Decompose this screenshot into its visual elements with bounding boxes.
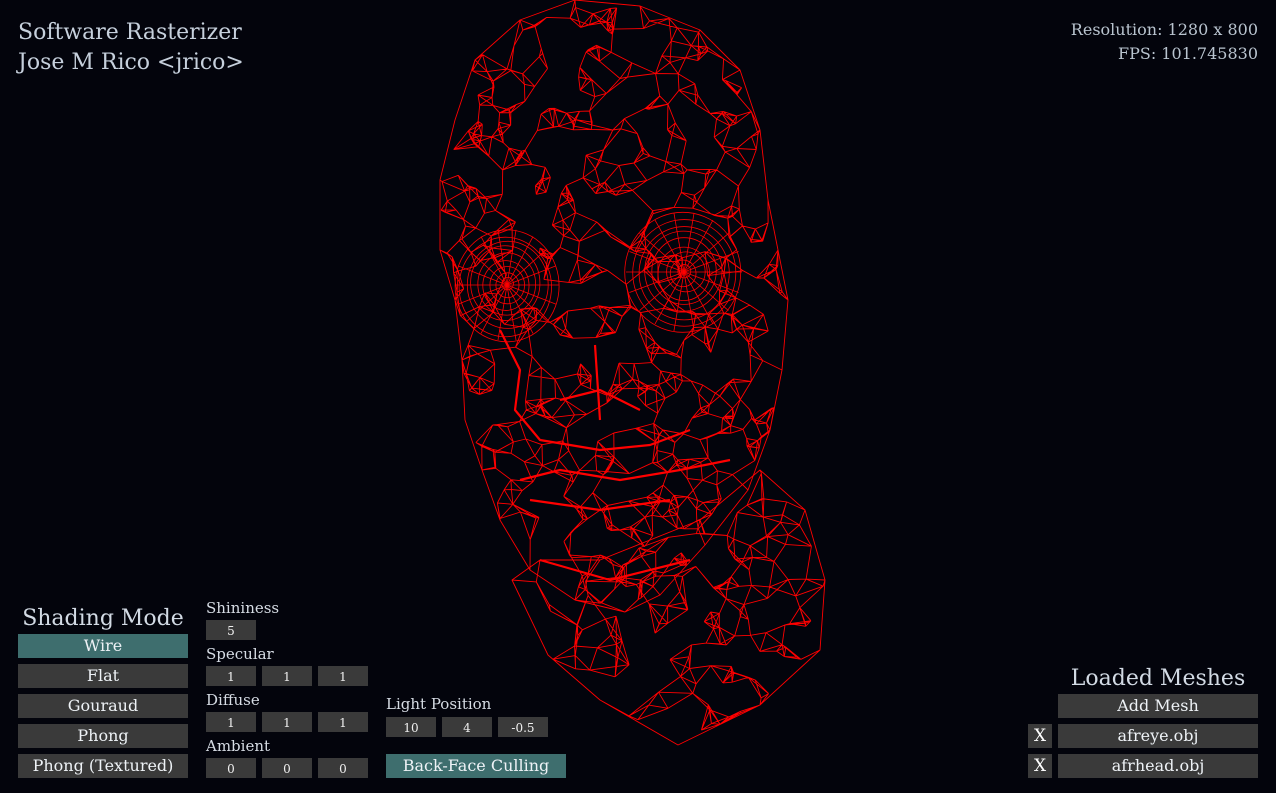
- shading-phong-button[interactable]: Phong: [18, 724, 188, 748]
- shading-phong-textured-button[interactable]: Phong (Textured): [18, 754, 188, 778]
- light-x-field[interactable]: 10: [386, 717, 436, 737]
- specular-r-field[interactable]: 1: [206, 666, 256, 686]
- resolution-readout: Resolution: 1280 x 800: [1070, 20, 1258, 39]
- shininess-label: Shininess: [206, 599, 280, 617]
- neck-wireframe: [511, 469, 826, 746]
- ambient-r-field[interactable]: 0: [206, 758, 256, 778]
- app-author: Jose M Rico <jrico>: [18, 50, 244, 75]
- light-z-field[interactable]: -0.5: [498, 717, 548, 737]
- right-eye-wireframe: [624, 211, 742, 333]
- mesh-item-afrhead[interactable]: afrhead.obj: [1058, 754, 1258, 778]
- light-y-field[interactable]: 4: [442, 717, 492, 737]
- mesh-item-afreye[interactable]: afreye.obj: [1058, 724, 1258, 748]
- shininess-field[interactable]: 5: [206, 620, 256, 640]
- ambient-b-field[interactable]: 0: [318, 758, 368, 778]
- shading-flat-button[interactable]: Flat: [18, 664, 188, 688]
- light-position-label: Light Position: [386, 695, 492, 713]
- specular-g-field[interactable]: 1: [262, 666, 312, 686]
- diffuse-label: Diffuse: [206, 691, 260, 709]
- fps-readout: FPS: 101.745830: [1117, 44, 1258, 63]
- remove-mesh-afrhead-button[interactable]: X: [1028, 754, 1052, 778]
- diffuse-b-field[interactable]: 1: [318, 712, 368, 732]
- specular-label: Specular: [206, 645, 274, 663]
- ambient-label: Ambient: [206, 737, 271, 755]
- diffuse-g-field[interactable]: 1: [262, 712, 312, 732]
- back-face-culling-toggle[interactable]: Back-Face Culling: [386, 754, 566, 778]
- shading-gouraud-button[interactable]: Gouraud: [18, 694, 188, 718]
- shading-wire-button[interactable]: Wire: [18, 634, 188, 658]
- diffuse-r-field[interactable]: 1: [206, 712, 256, 732]
- add-mesh-button[interactable]: Add Mesh: [1058, 694, 1258, 718]
- remove-mesh-afreye-button[interactable]: X: [1028, 724, 1052, 748]
- app-title: Software Rasterizer: [18, 20, 242, 45]
- specular-b-field[interactable]: 1: [318, 666, 368, 686]
- shading-mode-heading: Shading Mode: [22, 606, 184, 631]
- loaded-meshes-heading: Loaded Meshes: [1070, 666, 1246, 691]
- ambient-g-field[interactable]: 0: [262, 758, 312, 778]
